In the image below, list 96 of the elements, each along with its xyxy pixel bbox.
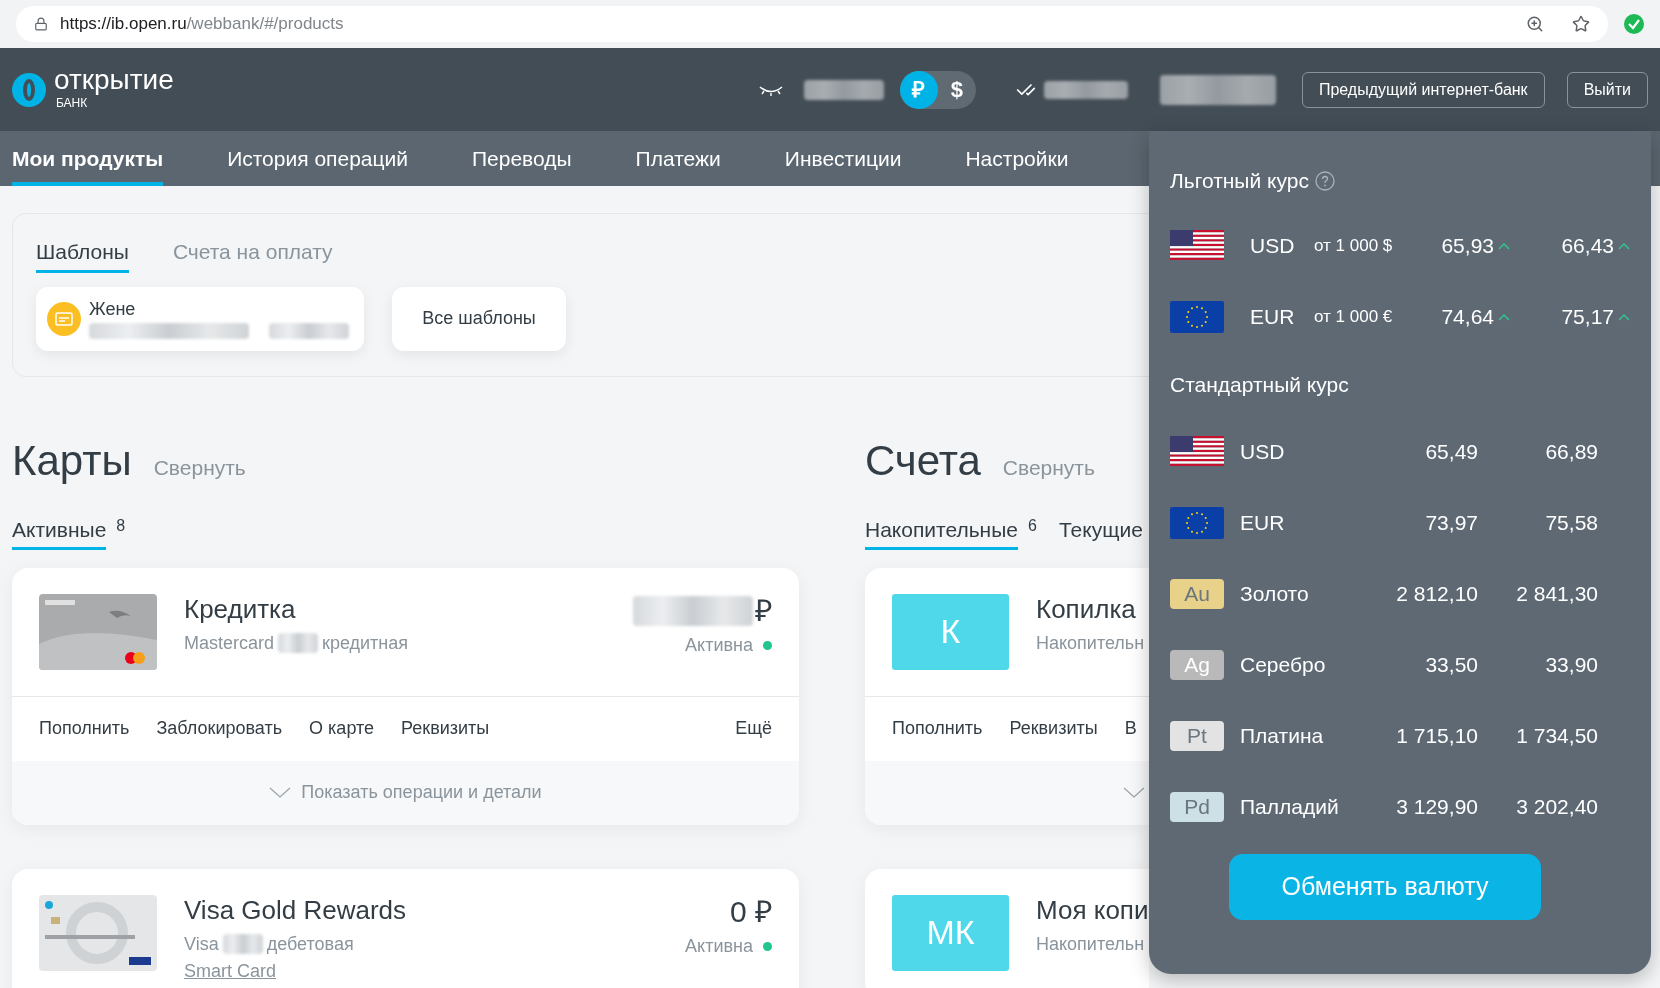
section-title: Счета bbox=[865, 436, 981, 486]
account-type: Накопительн bbox=[1036, 932, 1146, 956]
logo-subtitle: БАНК bbox=[56, 95, 89, 110]
check-circle-icon[interactable] bbox=[1624, 14, 1644, 34]
account-badge: МК bbox=[892, 894, 1009, 971]
template-card[interactable]: Жене bbox=[36, 286, 364, 351]
currency-toggle[interactable]: ₽ $ bbox=[899, 70, 976, 109]
nav-tab[interactable]: Настройки bbox=[965, 131, 1069, 186]
sell-rate: 33,90 bbox=[1544, 651, 1598, 678]
redacted-block bbox=[222, 934, 263, 954]
buy-rate: 3 129,90 bbox=[1396, 793, 1478, 820]
card-action[interactable]: Пополнить bbox=[39, 715, 130, 742]
account-action[interactable]: Пополнить bbox=[892, 715, 983, 742]
card-action[interactable]: О карте bbox=[309, 715, 375, 742]
buy-rate: 65,93 bbox=[1441, 233, 1494, 260]
currency-name: Серебро bbox=[1240, 651, 1327, 678]
card-name: Visa Gold Rewards bbox=[184, 894, 407, 925]
chevron-down-icon bbox=[269, 787, 292, 798]
sell-rate: 66,43 bbox=[1560, 233, 1614, 260]
lock-icon bbox=[34, 17, 48, 31]
card-icon bbox=[47, 301, 81, 336]
filter-tab[interactable]: Накопительные bbox=[865, 514, 1018, 550]
currency-name: Золото bbox=[1240, 580, 1310, 607]
currency-name: EUR bbox=[1250, 304, 1296, 331]
nav-tab[interactable]: Платежи bbox=[635, 131, 721, 186]
flag-icon bbox=[1170, 301, 1224, 333]
metal-badge: Pt bbox=[1170, 720, 1224, 751]
account-badge: К bbox=[892, 593, 1009, 670]
threshold-text: от 1 000 € bbox=[1314, 306, 1394, 329]
currency-name: Платина bbox=[1240, 722, 1325, 749]
sell-rate: 75,58 bbox=[1544, 509, 1598, 536]
sell-rate: 75,17 bbox=[1560, 304, 1614, 331]
status-text: Активна bbox=[685, 934, 753, 958]
sell-rate: 3 202,40 bbox=[1515, 793, 1598, 820]
zoom-icon[interactable] bbox=[1526, 15, 1544, 33]
nav-tab[interactable]: История операций bbox=[227, 131, 408, 186]
sell-rate: 1 734,50 bbox=[1515, 722, 1598, 749]
nav-tab[interactable]: Переводы bbox=[472, 131, 572, 186]
buy-rate: 65,49 bbox=[1425, 438, 1478, 465]
redacted-block bbox=[278, 633, 319, 653]
more-button[interactable]: Ещё bbox=[735, 715, 772, 742]
buy-rate: 73,97 bbox=[1425, 509, 1478, 536]
address-bar[interactable]: https://ib.open.ru/webbank/#/products bbox=[16, 6, 1608, 42]
flag-icon bbox=[1170, 506, 1224, 539]
buy-rate: 74,64 bbox=[1441, 304, 1494, 331]
flag-icon bbox=[1170, 435, 1224, 468]
metal-badge: Pd bbox=[1170, 791, 1224, 822]
currency-name: USD bbox=[1240, 438, 1286, 465]
currency-name: Палладий bbox=[1240, 793, 1340, 820]
card-action[interactable]: Заблокировать bbox=[156, 715, 283, 742]
card-type: Mastercard bbox=[184, 631, 275, 655]
nav-tab[interactable]: Инвестиции bbox=[784, 131, 902, 186]
closed-eye-icon[interactable] bbox=[757, 83, 784, 96]
sell-rate: 2 841,30 bbox=[1515, 580, 1598, 607]
logo-icon bbox=[12, 72, 46, 107]
card-balance: ₽ bbox=[755, 593, 772, 628]
card-balance: 0 ₽ bbox=[729, 894, 772, 929]
account-type: Накопительн bbox=[1036, 631, 1145, 655]
section-title: Карты bbox=[12, 436, 132, 486]
logout-button[interactable]: Выйти bbox=[1566, 71, 1648, 108]
status-text: Активна bbox=[685, 633, 753, 657]
card-name: Кредитка bbox=[184, 593, 297, 624]
section-heading: Льготный курс bbox=[1170, 168, 1309, 194]
count-text: 8 bbox=[116, 516, 126, 536]
currency-option[interactable]: $ bbox=[937, 70, 976, 109]
metal-badge: Au bbox=[1170, 578, 1224, 609]
section-heading: Стандартный курс bbox=[1170, 372, 1349, 396]
metal-badge: Ag bbox=[1170, 649, 1224, 680]
account-name: Моя копи bbox=[1036, 894, 1149, 925]
template-name: Жене bbox=[89, 298, 137, 319]
account-action[interactable]: В bbox=[1124, 715, 1137, 742]
all-templates-button[interactable]: Все шаблоны bbox=[392, 286, 566, 351]
sell-rate: 66,89 bbox=[1544, 438, 1598, 465]
card-subtype: дебетовая bbox=[266, 932, 354, 956]
help-icon[interactable] bbox=[1314, 170, 1335, 191]
url-text: https://ib.open.ru/webbank/#/products bbox=[60, 13, 344, 36]
currency-name: EUR bbox=[1240, 509, 1286, 536]
buy-rate: 1 715,10 bbox=[1396, 722, 1478, 749]
account-action[interactable]: Реквизиты bbox=[1009, 715, 1098, 742]
card-type: Visa bbox=[184, 932, 219, 956]
threshold-text: от 1 000 $ bbox=[1314, 235, 1394, 258]
previous-bank-button[interactable]: Предыдущий интернет-банк bbox=[1301, 71, 1545, 108]
count-text: 6 bbox=[1028, 516, 1037, 536]
templates-tab[interactable]: Шаблоны bbox=[36, 236, 129, 273]
buy-rate: 33,50 bbox=[1425, 651, 1478, 678]
currency-name: USD bbox=[1250, 233, 1296, 260]
filter-tab[interactable]: Активные bbox=[12, 514, 107, 550]
buy-rate: 2 812,10 bbox=[1396, 580, 1478, 607]
nav-tab[interactable]: Мои продукты bbox=[12, 131, 164, 186]
flag-icon bbox=[1170, 230, 1224, 262]
star-icon[interactable] bbox=[1572, 15, 1590, 33]
card-action[interactable]: Реквизиты bbox=[401, 715, 490, 742]
account-name: Копилка bbox=[1036, 593, 1137, 624]
card-subtype: кредитная bbox=[322, 631, 409, 655]
filter-tab[interactable]: Текущие bbox=[1058, 514, 1143, 550]
logo-text: открытие bbox=[54, 63, 174, 96]
